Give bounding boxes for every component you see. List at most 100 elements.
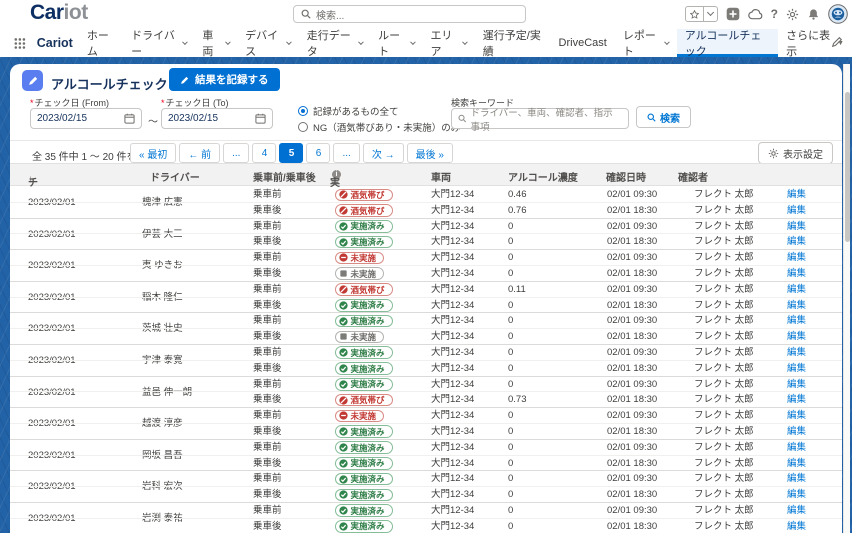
- setup-gear-icon[interactable]: [786, 8, 799, 21]
- edit-link[interactable]: 編集: [787, 329, 806, 345]
- page-button-...[interactable]: ...: [223, 143, 249, 163]
- edit-link[interactable]: 編集: [787, 345, 806, 361]
- ride-label: 乗車前: [253, 471, 282, 487]
- vehicle: 大門12-34: [431, 187, 474, 203]
- alcohol-level: 0: [508, 219, 513, 235]
- edit-link[interactable]: 編集: [787, 282, 806, 298]
- status-badge-drunk: 酒気帯び: [335, 204, 393, 217]
- radio-all-records[interactable]: 記録があるもの全て: [298, 104, 460, 117]
- alcohol-level: 0: [508, 345, 513, 361]
- edit-link[interactable]: 編集: [787, 392, 806, 408]
- radio-ng-only[interactable]: NG（酒気帯びあり・未実施）のみ: [298, 120, 460, 133]
- edit-nav-pencil-icon[interactable]: [831, 36, 843, 48]
- app-launcher-icon[interactable]: [14, 37, 26, 50]
- calendar-icon[interactable]: [124, 113, 135, 124]
- confirmed-datetime: 02/01 09:30: [607, 187, 657, 203]
- nav-tab-レポート[interactable]: レポート: [615, 29, 677, 57]
- status-badge-done: 実施済み: [335, 315, 393, 328]
- page-background: アルコールチェック（一覧） 結果を記録する *チェック日 (From) 2023…: [0, 57, 852, 533]
- edit-link[interactable]: 編集: [787, 250, 806, 266]
- edit-link[interactable]: 編集: [787, 424, 806, 440]
- alcohol-level: 0: [508, 424, 513, 440]
- display-settings-button[interactable]: 表示設定: [758, 142, 833, 164]
- search-button[interactable]: 検索: [636, 106, 691, 128]
- radio-selected-icon[interactable]: [298, 106, 308, 116]
- edit-link[interactable]: 編集: [787, 440, 806, 456]
- confirmed-datetime: 02/01 09:30: [607, 471, 657, 487]
- scrollbar-thumb[interactable]: [845, 92, 850, 242]
- nav-tab-運行予定/実績[interactable]: 運行予定/実績: [475, 29, 551, 57]
- checker-name: フレクト 太郎: [694, 250, 754, 266]
- global-search-input[interactable]: 検索...: [293, 5, 526, 23]
- edit-link[interactable]: 編集: [787, 456, 806, 472]
- page-button-4[interactable]: 4: [252, 143, 276, 163]
- nav-tab-走行データ[interactable]: 走行データ: [299, 29, 370, 57]
- nav-tab-アルコールチェック[interactable]: アルコールチェック: [677, 29, 778, 57]
- table-row: 2023/02/01越渡 淳彦乗車前未実施大門12-34002/01 09:30…: [10, 408, 842, 440]
- edit-link[interactable]: 編集: [787, 234, 806, 250]
- status-badge-done: 実施済み: [335, 504, 393, 517]
- vehicle: 大門12-34: [431, 298, 474, 314]
- nav-tab-ルート[interactable]: ルート: [370, 29, 422, 57]
- check-circle-icon: [339, 506, 348, 515]
- minus-circle-icon: [339, 253, 348, 262]
- favorites-control[interactable]: [685, 6, 718, 22]
- edit-link[interactable]: 編集: [787, 503, 806, 519]
- check-subrow: 乗車後実施済み大門12-34002/01 18:30フレクト 太郎編集: [10, 234, 842, 250]
- app-name: Cariot: [37, 36, 73, 50]
- checker-name: フレクト 太郎: [694, 377, 754, 393]
- checker-name: フレクト 太郎: [694, 345, 754, 361]
- avatar[interactable]: [828, 4, 848, 24]
- status-badge-done: 実施済み: [335, 425, 393, 438]
- favorites-dropdown-caret[interactable]: [703, 7, 717, 21]
- ride-label: 乗車後: [253, 298, 282, 314]
- nav-tab-車両[interactable]: 車両: [194, 29, 237, 57]
- nav-tab-ドライバー[interactable]: ドライバー: [123, 29, 194, 57]
- nav-tab-DriveCast[interactable]: DriveCast: [551, 29, 615, 57]
- from-date-input[interactable]: 2023/02/15: [30, 108, 142, 129]
- alcohol-check-card: アルコールチェック（一覧） 結果を記録する *チェック日 (From) 2023…: [10, 64, 842, 533]
- cloud-icon[interactable]: [748, 8, 763, 20]
- calendar-icon[interactable]: [255, 113, 266, 124]
- page-button-←前[interactable]: ← 前: [179, 143, 220, 163]
- edit-link[interactable]: 編集: [787, 298, 806, 314]
- keyword-input[interactable]: ドライバー、車両、確認者、指示事項: [451, 108, 629, 129]
- notifications-bell-icon[interactable]: [807, 8, 820, 21]
- nav-tab-ホーム[interactable]: ホーム: [79, 29, 123, 57]
- add-icon[interactable]: [726, 7, 740, 21]
- edit-link[interactable]: 編集: [787, 471, 806, 487]
- edit-link[interactable]: 編集: [787, 203, 806, 219]
- nav-tab-エリア[interactable]: エリア: [422, 29, 474, 57]
- help-icon[interactable]: ?: [771, 7, 778, 21]
- page-button-«最初[interactable]: « 最初: [130, 143, 176, 163]
- page-button-次→[interactable]: 次 →: [363, 143, 404, 163]
- page-button-6[interactable]: 6: [306, 143, 330, 163]
- nav-tab-デバイス[interactable]: デバイス: [237, 29, 299, 57]
- edit-link[interactable]: 編集: [787, 487, 806, 503]
- confirmed-datetime: 02/01 18:30: [607, 392, 657, 408]
- edit-link[interactable]: 編集: [787, 408, 806, 424]
- confirmed-datetime: 02/01 09:30: [607, 219, 657, 235]
- record-result-button[interactable]: 結果を記録する: [169, 68, 280, 91]
- edit-link[interactable]: 編集: [787, 266, 806, 282]
- to-date-input[interactable]: 2023/02/15: [161, 108, 273, 129]
- page-button-最後»[interactable]: 最後 »: [407, 143, 453, 163]
- edit-link[interactable]: 編集: [787, 313, 806, 329]
- edit-link[interactable]: 編集: [787, 219, 806, 235]
- status-badge-notdone_gray: 未実施: [335, 331, 384, 344]
- edit-link[interactable]: 編集: [787, 377, 806, 393]
- edit-link[interactable]: 編集: [787, 187, 806, 203]
- page-button-current[interactable]: 5: [279, 143, 303, 163]
- chevron-down-icon: [358, 39, 363, 44]
- edit-link[interactable]: 編集: [787, 361, 806, 377]
- vertical-scrollbar[interactable]: [843, 64, 850, 533]
- chevron-down-icon: [286, 39, 291, 44]
- chevron-down-icon: [225, 39, 230, 44]
- favorites-star-icon[interactable]: [686, 7, 703, 21]
- status-badge-done: 実施済み: [335, 457, 393, 470]
- vehicle: 大門12-34: [431, 250, 474, 266]
- status-badge-done: 実施済み: [335, 441, 393, 454]
- page-button-...[interactable]: ...: [333, 143, 359, 163]
- edit-link[interactable]: 編集: [787, 519, 806, 533]
- radio-unselected-icon[interactable]: [298, 122, 308, 132]
